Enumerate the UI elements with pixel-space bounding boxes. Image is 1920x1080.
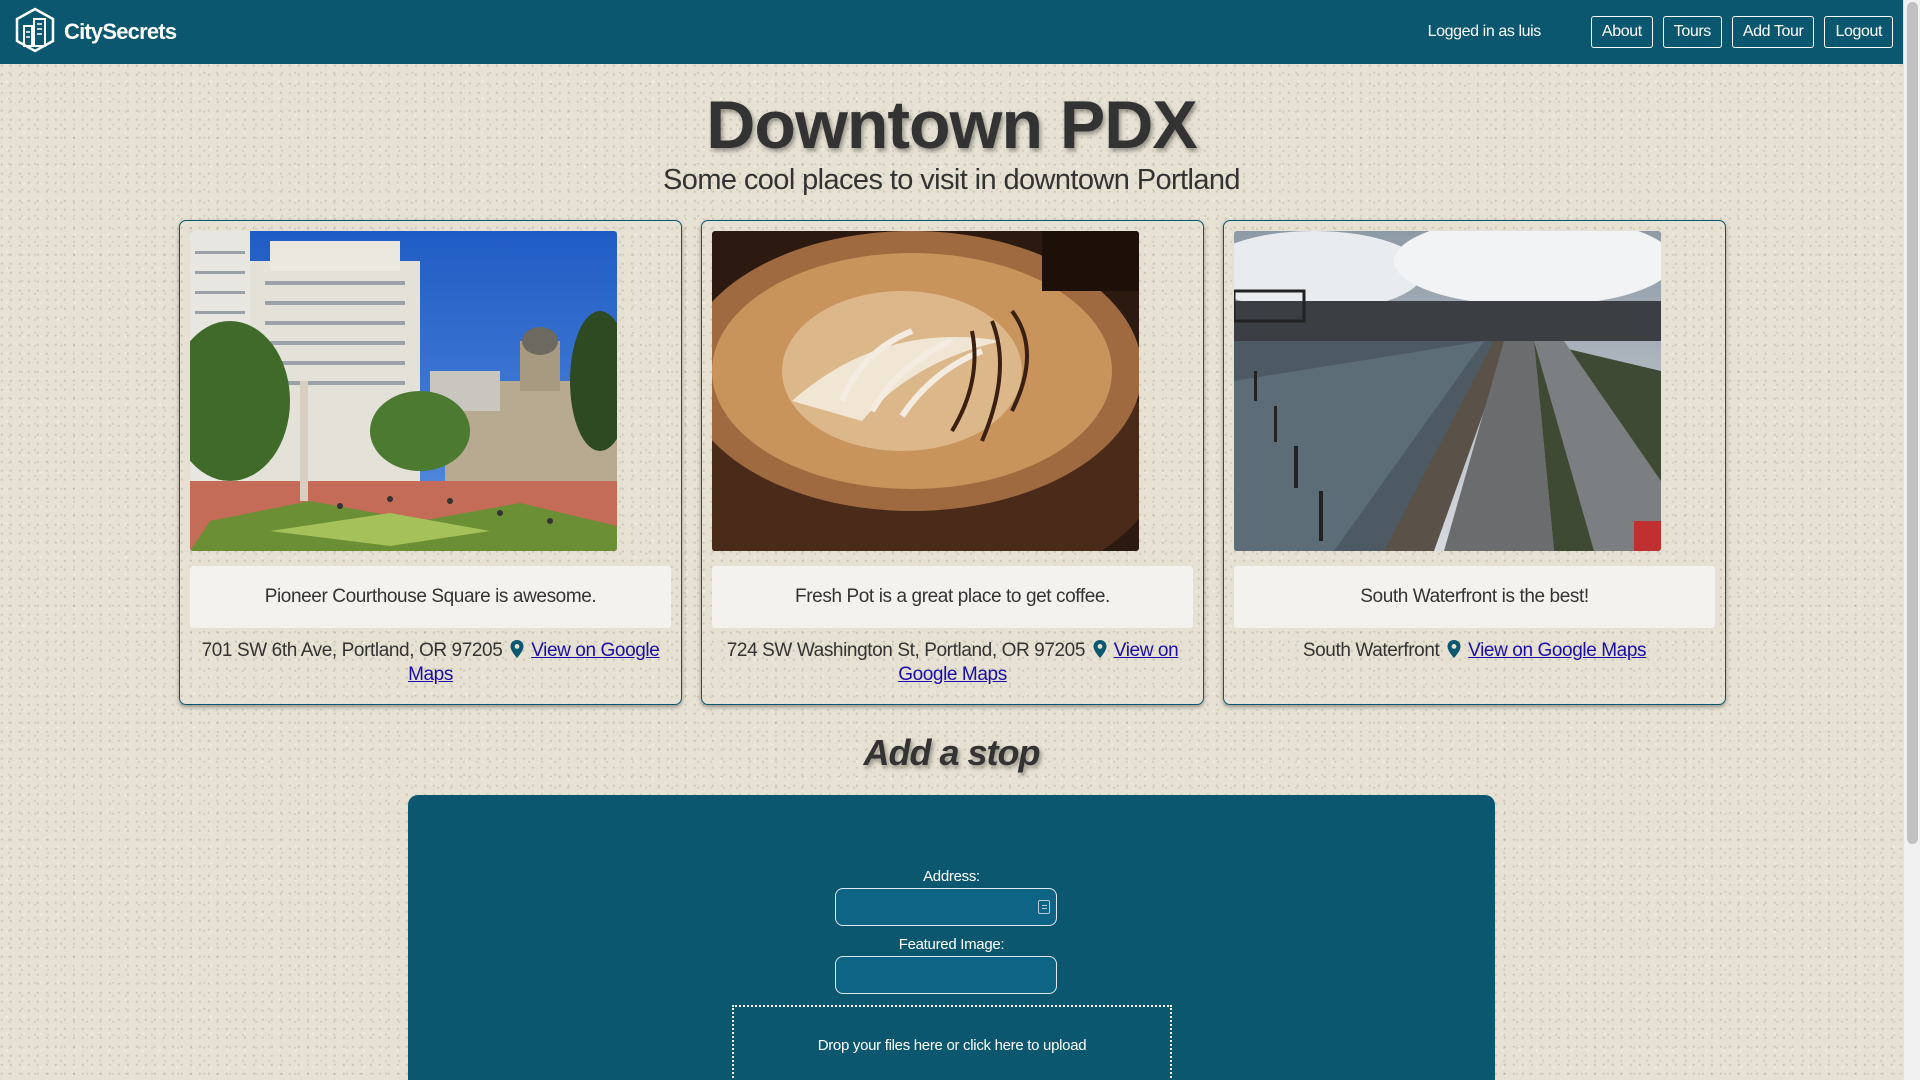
stop-card: South Waterfront is the best! South Wate… [1223, 220, 1726, 705]
map-marker-icon [1093, 640, 1107, 658]
top-navbar: CitySecrets Logged in as luis About Tour… [0, 0, 1903, 64]
stop-address-line: 724 SW Washington St, Portland, OR 97205… [722, 639, 1183, 687]
brand-name: CitySecrets [64, 19, 177, 44]
address-label: Address: [923, 868, 980, 885]
address-input[interactable] [835, 888, 1057, 926]
stop-address-line: 701 SW 6th Ave, Portland, OR 97205 View … [200, 639, 661, 687]
page-scrollbar[interactable] [1903, 0, 1920, 1080]
city-logo-icon [14, 7, 56, 58]
autofill-icon[interactable] [1038, 900, 1050, 914]
tour-subtitle: Some cool places to visit in downtown Po… [663, 164, 1240, 196]
latte-photo [712, 231, 1139, 551]
featured-image-input[interactable] [835, 956, 1057, 994]
stop-address-line: South Waterfront View on Google Maps [1244, 639, 1705, 663]
plaza-photo [190, 231, 617, 551]
map-marker-icon [1447, 640, 1461, 658]
map-marker-icon [510, 640, 524, 658]
stop-address: 701 SW 6th Ave, Portland, OR 97205 [201, 640, 503, 661]
file-upload-dropzone[interactable]: Drop your files here or click here to up… [732, 1005, 1172, 1080]
add-stop-heading: Add a stop [863, 732, 1041, 773]
brand[interactable]: CitySecrets [14, 7, 177, 58]
tour-title: Downtown PDX [706, 87, 1197, 163]
stop-description: South Waterfront is the best! [1234, 566, 1715, 628]
tours-button[interactable]: Tours [1662, 16, 1722, 48]
stop-description: Pioneer Courthouse Square is awesome. [190, 566, 671, 628]
logout-button[interactable]: Logout [1824, 16, 1893, 48]
logged-in-status: Logged in as luis [1427, 23, 1542, 40]
add-stop-form: Address: Featured Image: Drop your files… [408, 795, 1495, 1080]
stop-address: 724 SW Washington St, Portland, OR 97205 [726, 640, 1086, 661]
stop-address: South Waterfront [1302, 640, 1440, 661]
google-maps-link[interactable]: View on Google Maps [1468, 640, 1646, 661]
featured-image-label: Featured Image: [898, 936, 1005, 953]
scrollbar-thumb[interactable] [1907, 2, 1918, 844]
about-button[interactable]: About [1590, 16, 1653, 48]
add-tour-button[interactable]: Add Tour [1731, 16, 1815, 48]
stop-description: Fresh Pot is a great place to get coffee… [712, 566, 1193, 628]
stop-card: Fresh Pot is a great place to get coffee… [701, 220, 1204, 705]
stop-card: Pioneer Courthouse Square is awesome. 70… [179, 220, 682, 705]
waterfront-photo [1234, 231, 1661, 551]
